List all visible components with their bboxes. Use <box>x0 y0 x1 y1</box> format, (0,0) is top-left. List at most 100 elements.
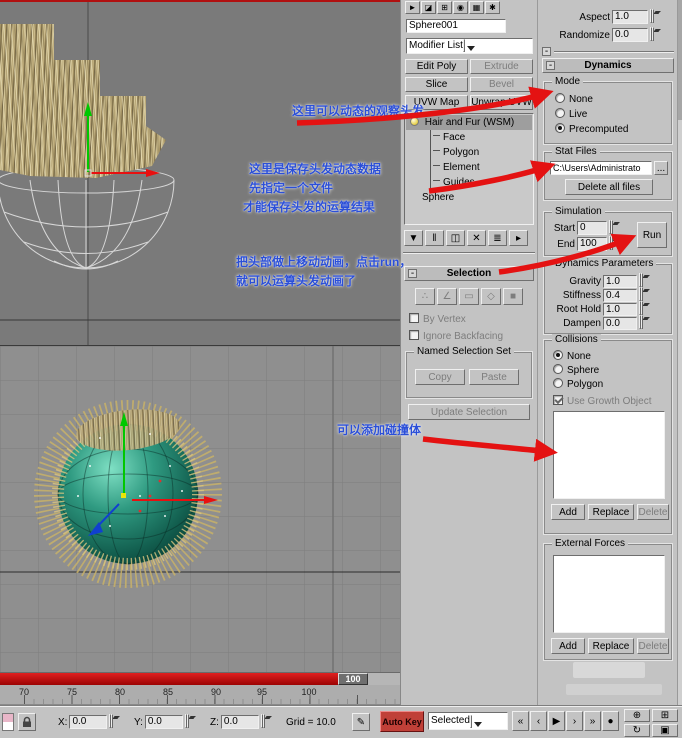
gravity-field[interactable]: 1.0 <box>603 274 637 288</box>
y-field[interactable]: 0.0 <box>144 715 183 729</box>
tab-utilities[interactable]: ✱ <box>485 1 500 14</box>
browse-button[interactable]: ... <box>654 161 668 175</box>
stack-subitem-face[interactable]: Face <box>431 130 532 145</box>
object-name-field[interactable]: Sphere001 <box>406 19 506 33</box>
aspect-field[interactable]: 1.0 <box>612 10 648 24</box>
end-spinner[interactable] <box>609 236 620 251</box>
z-spinner[interactable] <box>260 714 272 729</box>
zoom-button[interactable]: ⊕ <box>624 709 650 722</box>
collisions-none-radio[interactable]: None <box>553 350 591 362</box>
stat-file-path-field[interactable]: C:\Users\Administrato <box>550 161 652 175</box>
radio-icon[interactable] <box>555 93 565 103</box>
checkbox-icon[interactable] <box>409 330 419 340</box>
collapse-icon[interactable]: - <box>542 47 551 57</box>
maxscript-mini-listener[interactable] <box>2 713 14 731</box>
stack-item-sphere[interactable]: Sphere <box>406 190 532 205</box>
make-unique-button[interactable]: ◫ <box>446 230 465 246</box>
show-end-result-button[interactable]: ‖ <box>425 230 444 246</box>
by-vertex-checkbox[interactable]: By Vertex <box>409 313 466 325</box>
rollout-dynamics[interactable]: - Dynamics <box>542 58 674 73</box>
x-field[interactable]: 0.0 <box>69 715 108 729</box>
play-button[interactable]: ▶ <box>548 711 565 731</box>
checkbox-icon[interactable] <box>553 395 563 405</box>
collapse-icon[interactable]: - <box>546 61 555 71</box>
stack-subitem-element[interactable]: Element <box>431 160 532 175</box>
x-spinner[interactable] <box>109 714 120 729</box>
configure-modifier-sets-button[interactable]: ≣ <box>488 230 507 246</box>
ignore-backfacing-checkbox[interactable]: Ignore Backfacing <box>409 330 503 342</box>
forces-replace-button[interactable]: Replace <box>588 638 634 654</box>
bevel-button[interactable]: Bevel <box>470 77 533 92</box>
pen-icon[interactable]: ✎ <box>352 713 370 731</box>
tab-hierarchy[interactable]: ⊞ <box>437 1 452 14</box>
auto-key-button[interactable]: Auto Key <box>380 711 424 732</box>
collision-replace-button[interactable]: Replace <box>588 504 634 520</box>
maximize-viewport-button[interactable]: ▣ <box>652 724 678 737</box>
stack-subitem-polygon[interactable]: Polygon <box>431 145 532 160</box>
update-selection-button[interactable]: Update Selection <box>408 404 530 420</box>
radio-icon[interactable] <box>555 108 565 118</box>
z-field[interactable]: 0.0 <box>220 715 259 729</box>
time-slider[interactable]: 100 <box>0 672 400 685</box>
next-frame-button[interactable]: › <box>566 711 583 731</box>
go-to-start-button[interactable]: « <box>512 711 529 731</box>
chevron-down-icon[interactable] <box>469 715 472 728</box>
stack-subitem-guides[interactable]: Guides <box>431 175 532 190</box>
subobject-element-button[interactable]: ■ <box>503 288 523 305</box>
zoom-extents-button[interactable]: ⊞ <box>652 709 678 722</box>
modifier-list-dropdown[interactable]: Modifier List <box>406 38 533 54</box>
collision-add-button[interactable]: Add <box>551 504 585 520</box>
root-hold-spinner[interactable] <box>639 301 650 316</box>
subobject-polygon-button[interactable]: ◇ <box>481 288 501 305</box>
collapse-icon[interactable]: - <box>408 269 417 279</box>
time-slider-handle[interactable]: 100 <box>338 673 368 685</box>
root-hold-field[interactable]: 1.0 <box>603 302 637 316</box>
previous-frame-button[interactable]: ‹ <box>530 711 547 731</box>
paste-button[interactable]: Paste <box>469 369 519 385</box>
edit-poly-button[interactable]: Edit Poly <box>405 59 468 74</box>
checkbox-icon[interactable] <box>409 313 419 323</box>
radio-icon[interactable] <box>553 364 563 374</box>
delete-all-files-button[interactable]: Delete all files <box>565 179 653 195</box>
mode-precomputed-radio[interactable]: Precomputed <box>555 123 628 135</box>
chevron-down-icon[interactable] <box>462 39 465 52</box>
y-spinner[interactable] <box>184 714 196 729</box>
mode-live-radio[interactable]: Live <box>555 108 587 120</box>
mode-none-radio[interactable]: None <box>555 93 593 105</box>
remove-modifier-button[interactable]: ✕ <box>467 230 486 246</box>
external-forces-list[interactable] <box>553 555 665 633</box>
viewport-perspective[interactable] <box>0 345 400 673</box>
tab-motion[interactable]: ◉ <box>453 1 468 14</box>
orbit-button[interactable]: ↻ <box>624 724 650 737</box>
listener-script-strip[interactable] <box>3 722 13 730</box>
extrude-button[interactable]: Extrude <box>470 59 533 74</box>
subobject-edge-button[interactable]: ∠ <box>437 288 457 305</box>
go-to-end-button[interactable]: » <box>584 711 601 731</box>
forces-delete-button[interactable]: Delete <box>637 638 669 654</box>
collision-objects-list[interactable] <box>553 411 665 499</box>
radio-icon[interactable] <box>553 350 563 360</box>
start-field[interactable]: 0 <box>577 221 607 235</box>
stiffness-field[interactable]: 0.4 <box>603 288 637 302</box>
listener-macro-strip[interactable] <box>3 714 13 722</box>
time-slider-track[interactable] <box>0 673 338 685</box>
randomize-spinner[interactable] <box>650 27 661 42</box>
subobject-border-button[interactable]: ▭ <box>459 288 479 305</box>
selection-set-dropdown[interactable]: Selected <box>428 712 508 730</box>
scrollbar-thumb[interactable] <box>678 0 682 120</box>
pin-stack-button[interactable]: ▼ <box>404 230 423 246</box>
stack-item-hair-and-fur[interactable]: Hair and Fur (WSM) <box>406 115 532 130</box>
use-growth-object-checkbox[interactable]: Use Growth Object <box>553 395 651 407</box>
subobject-vertex-button[interactable]: ∴ <box>415 288 435 305</box>
key-mode-toggle-button[interactable]: ● <box>602 711 619 731</box>
tab-modify[interactable]: ◪ <box>421 1 436 14</box>
slice-button[interactable]: Slice <box>405 77 468 92</box>
rollout-selection[interactable]: - Selection <box>404 266 534 281</box>
forces-add-button[interactable]: Add <box>551 638 585 654</box>
aspect-spinner[interactable] <box>650 9 661 24</box>
run-button[interactable]: Run <box>637 222 667 248</box>
dampen-spinner[interactable] <box>639 315 650 330</box>
tab-create[interactable]: ► <box>405 1 420 14</box>
start-spinner[interactable] <box>609 220 620 235</box>
selection-lock-toggle[interactable] <box>18 713 36 731</box>
